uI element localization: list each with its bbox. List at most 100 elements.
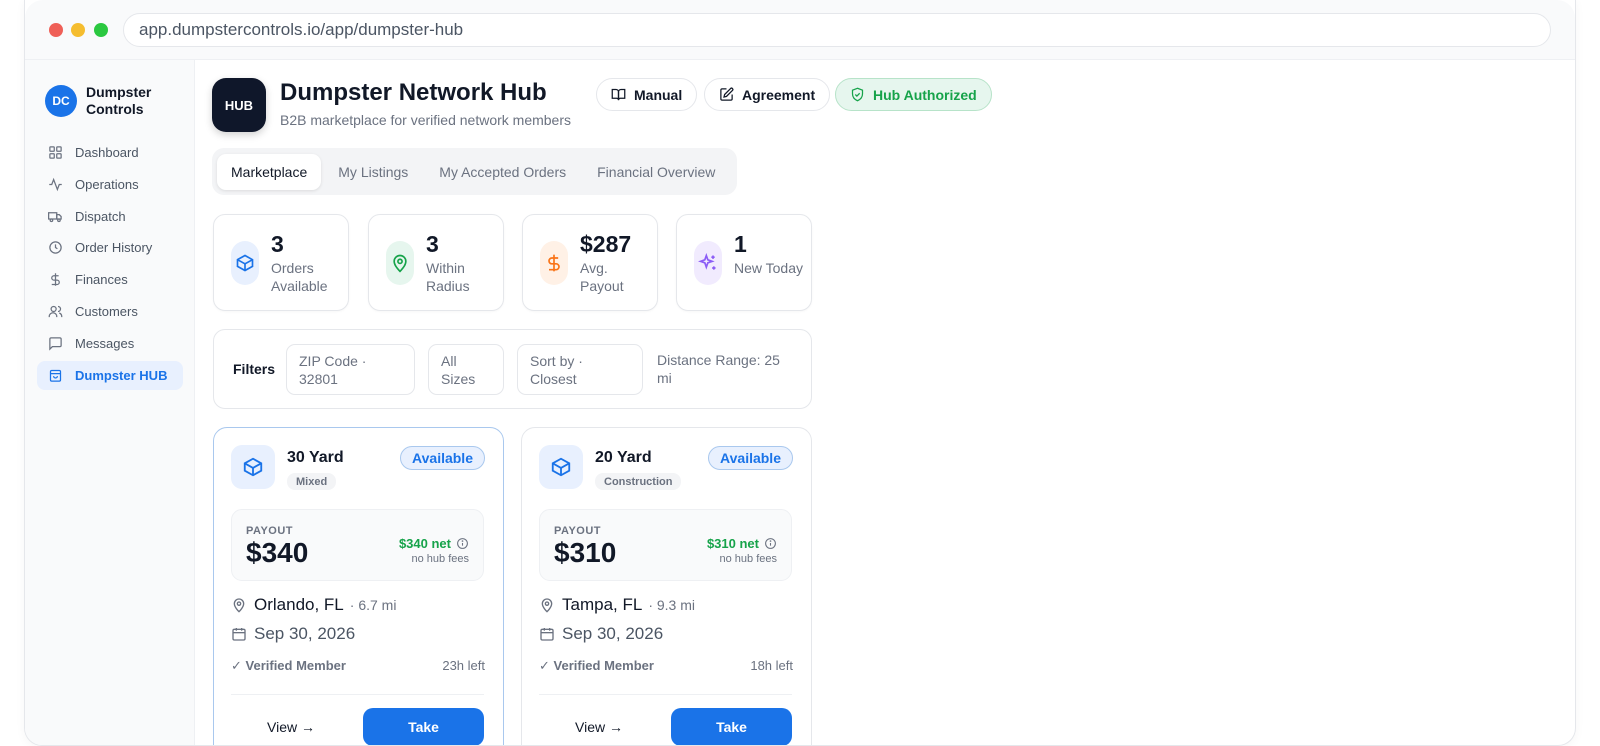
sidebar-item-dumpster-hub[interactable]: Dumpster HUB [37, 360, 183, 390]
card-divider [539, 694, 792, 695]
brand[interactable]: DC Dumpster Controls [45, 84, 166, 118]
sidebar-item-label: Customers [75, 303, 138, 319]
tab-my-accepted-orders[interactable]: My Accepted Orders [425, 154, 580, 190]
sidebar: DC Dumpster Controls Dashboard Operation… [25, 60, 195, 745]
sidebar-item-label: Dispatch [75, 208, 126, 224]
listing-city: Orlando, FL [254, 595, 344, 614]
listing-location: Tampa, FL · 9.3 mi [539, 595, 695, 615]
maximize-window-button[interactable] [94, 23, 108, 37]
sidebar-item-dispatch[interactable]: Dispatch [37, 202, 183, 231]
info-icon[interactable] [456, 537, 469, 550]
status-badge: Available [400, 446, 485, 470]
book-icon [611, 88, 626, 101]
sidebar-item-operations[interactable]: Operations [37, 170, 183, 199]
sidebar-item-label: Dumpster HUB [75, 367, 168, 383]
dollar-icon [540, 241, 568, 285]
clock-icon [49, 241, 62, 255]
payout-amount: $340 [246, 537, 309, 568]
hub-authorized-badge[interactable]: Hub Authorized [835, 78, 992, 111]
hub-authorized-label: Hub Authorized [873, 86, 977, 103]
net-amount: $340 net [398, 536, 451, 551]
url-text: app.dumpstercontrols.io/app/dumpster-hub [139, 20, 464, 39]
distance-range-filter[interactable]: Distance Range: 25 mi [657, 351, 797, 387]
listing-card[interactable]: 20 Yard Construction Available PAYOUT $3… [521, 427, 812, 745]
zip-code-filter[interactable]: ZIP Code · 32801 [286, 344, 415, 395]
view-link[interactable]: View → [575, 719, 623, 735]
stat-card-new-today: 1 New Today [676, 214, 812, 311]
take-button[interactable]: Take [363, 708, 484, 745]
sort-filter[interactable]: Sort by · Closest [517, 344, 643, 395]
brand-name: Dumpster Controls [86, 84, 152, 117]
filters-label: Filters [233, 361, 276, 377]
info-icon[interactable] [764, 537, 777, 550]
stat-label: Avg. Payout [580, 260, 624, 294]
net-amount: $310 net [706, 536, 759, 551]
stat-label: New Today [734, 260, 804, 276]
calendar-icon [540, 628, 554, 641]
sidebar-item-label: Dashboard [75, 145, 139, 160]
payout-amount: $310 [554, 537, 617, 568]
listing-date: Sep 30, 2026 [231, 624, 355, 644]
stat-value: 3 [271, 231, 284, 257]
users-icon [48, 305, 63, 318]
main-content: HUB Dumpster Network Hub B2B marketplace… [196, 60, 1575, 745]
verified-member: ✓ Verified Member [231, 658, 346, 673]
payout-net: $340 net [399, 536, 469, 551]
stat-label: Orders Available [271, 260, 328, 294]
size-filter[interactable]: All Sizes [428, 344, 504, 395]
manual-label: Manual [634, 86, 683, 103]
sidebar-item-dashboard[interactable]: Dashboard [37, 138, 183, 167]
fee-note: no hub fees [719, 553, 778, 565]
listing-city: Tampa, FL [562, 595, 643, 614]
tab-my-listings[interactable]: My Listings [324, 154, 422, 190]
listing-date-text: Sep 30, 2026 [254, 624, 356, 643]
tab-marketplace[interactable]: Marketplace [217, 153, 322, 190]
agreement-label: Agreement [742, 86, 816, 103]
sidebar-nav: Dashboard Operations Dispatch Order Hist… [37, 138, 183, 392]
stat-card-avg-payout: $287 Avg. Payout [522, 214, 658, 311]
listing-size: 30 Yard [287, 449, 344, 466]
stat-value: 1 [734, 231, 747, 257]
listing-distance: · 9.3 mi [648, 597, 695, 613]
grid-icon [49, 146, 62, 159]
card-divider [231, 694, 484, 695]
take-button[interactable]: Take [671, 708, 792, 745]
listing-date: Sep 30, 2026 [539, 624, 663, 644]
stat-value: $287 [580, 231, 632, 257]
sidebar-item-label: Order History [75, 240, 153, 256]
map-pin-icon [233, 598, 245, 613]
calendar-icon [232, 628, 246, 641]
sidebar-item-finances[interactable]: Finances [37, 265, 183, 294]
payout-label: PAYOUT [246, 525, 294, 537]
stat-card-within-radius: 3 Within Radius [368, 214, 504, 311]
payout-box: PAYOUT $340 $340 net no hub fees [231, 509, 484, 581]
tab-bar: Marketplace My Listings My Accepted Orde… [212, 148, 738, 195]
sidebar-item-order-history[interactable]: Order History [37, 233, 183, 262]
close-window-button[interactable] [49, 23, 63, 37]
map-pin-icon [386, 241, 414, 285]
tab-financial-overview[interactable]: Financial Overview [583, 154, 729, 190]
time-left: 23h left [442, 658, 485, 673]
shield-check-icon [851, 87, 864, 102]
listing-size: 20 Yard [595, 449, 652, 466]
sidebar-item-customers[interactable]: Customers [37, 297, 183, 326]
address-bar[interactable]: app.dumpstercontrols.io/app/dumpster-hub [123, 13, 1551, 47]
hub-logo: HUB [212, 78, 266, 132]
stat-card-orders-available: 3 Orders Available [213, 214, 349, 311]
sidebar-item-messages[interactable]: Messages [37, 329, 183, 358]
activity-icon [49, 177, 62, 192]
payout-net: $310 net [707, 536, 777, 551]
manual-button[interactable]: Manual [596, 78, 698, 111]
view-link[interactable]: View → [267, 719, 315, 735]
page-subtitle: B2B marketplace for verified network mem… [280, 112, 571, 128]
minimize-window-button[interactable] [71, 23, 85, 37]
box-icon [539, 445, 583, 489]
listing-type-tag: Mixed [287, 473, 337, 490]
map-pin-icon [541, 598, 553, 613]
agreement-button[interactable]: Agreement [704, 78, 831, 111]
sparkle-icon [694, 241, 722, 285]
edit-document-icon [720, 87, 734, 101]
time-left: 18h left [750, 658, 793, 673]
listing-card[interactable]: 30 Yard Mixed Available PAYOUT $340 $340… [213, 427, 504, 745]
payout-box: PAYOUT $310 $310 net no hub fees [539, 509, 792, 581]
